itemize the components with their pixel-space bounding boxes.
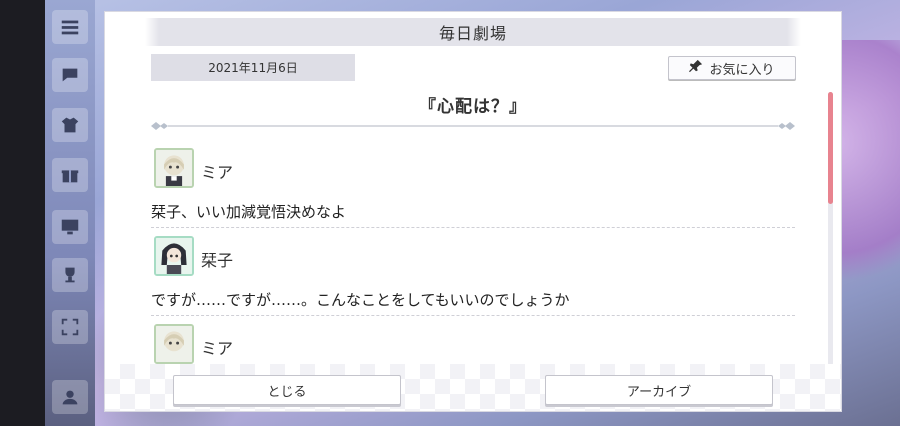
dialogue-line: 栞子、いい加減覚悟決めなよ xyxy=(151,203,347,221)
pin-icon xyxy=(689,59,703,77)
daily-theater-dialog: 毎日劇場 2021年11月6日 お気に入り 『心配は？』 ミア 栞子、いい加減覚… xyxy=(105,12,841,411)
story-title: 『心配は？』 xyxy=(419,97,527,117)
favorite-button[interactable]: お気に入り xyxy=(668,56,796,80)
scrollbar[interactable] xyxy=(828,92,833,366)
dialogue-line: ですが……ですが……。こんなことをしてもいいのでしょうか xyxy=(151,291,570,309)
list-item: ミア 栞子、いい加減覚悟決めなよ xyxy=(151,144,795,232)
gift-icon[interactable] xyxy=(52,158,88,192)
fullscreen-icon[interactable] xyxy=(52,310,88,344)
screen-icon[interactable] xyxy=(52,210,88,244)
dialog-title: 毎日劇場 xyxy=(145,18,801,46)
trophy-icon[interactable] xyxy=(52,258,88,292)
dialogue-list[interactable]: ミア 栞子、いい加減覚悟決めなよ 栞子 ですが……ですが……。こんなことをしても… xyxy=(151,144,795,366)
mia-avatar xyxy=(154,148,194,188)
speaker-name: ミア xyxy=(201,163,234,182)
archive-button[interactable]: アーカイブ xyxy=(545,375,773,405)
close-button[interactable]: とじる xyxy=(173,375,401,405)
speaker-name: 栞子 xyxy=(201,251,234,270)
list-item: 栞子 ですが……ですが……。こんなことをしてもいいのでしょうか xyxy=(151,232,795,320)
title-divider xyxy=(151,122,795,130)
entry-divider xyxy=(151,315,795,316)
list-item: ミア xyxy=(151,320,795,366)
favorite-label: お気に入り xyxy=(709,62,775,78)
scrollbar-thumb[interactable] xyxy=(828,92,833,204)
chat-icon[interactable] xyxy=(52,58,88,92)
profile-icon[interactable] xyxy=(52,380,88,414)
mia-avatar xyxy=(154,324,194,364)
date-label: 2021年11月6日 xyxy=(151,54,355,81)
shirt-icon[interactable] xyxy=(52,108,88,142)
speaker-name: ミア xyxy=(201,339,234,358)
menu-icon[interactable] xyxy=(52,10,88,44)
shioriko-avatar xyxy=(154,236,194,276)
entry-divider xyxy=(151,227,795,228)
